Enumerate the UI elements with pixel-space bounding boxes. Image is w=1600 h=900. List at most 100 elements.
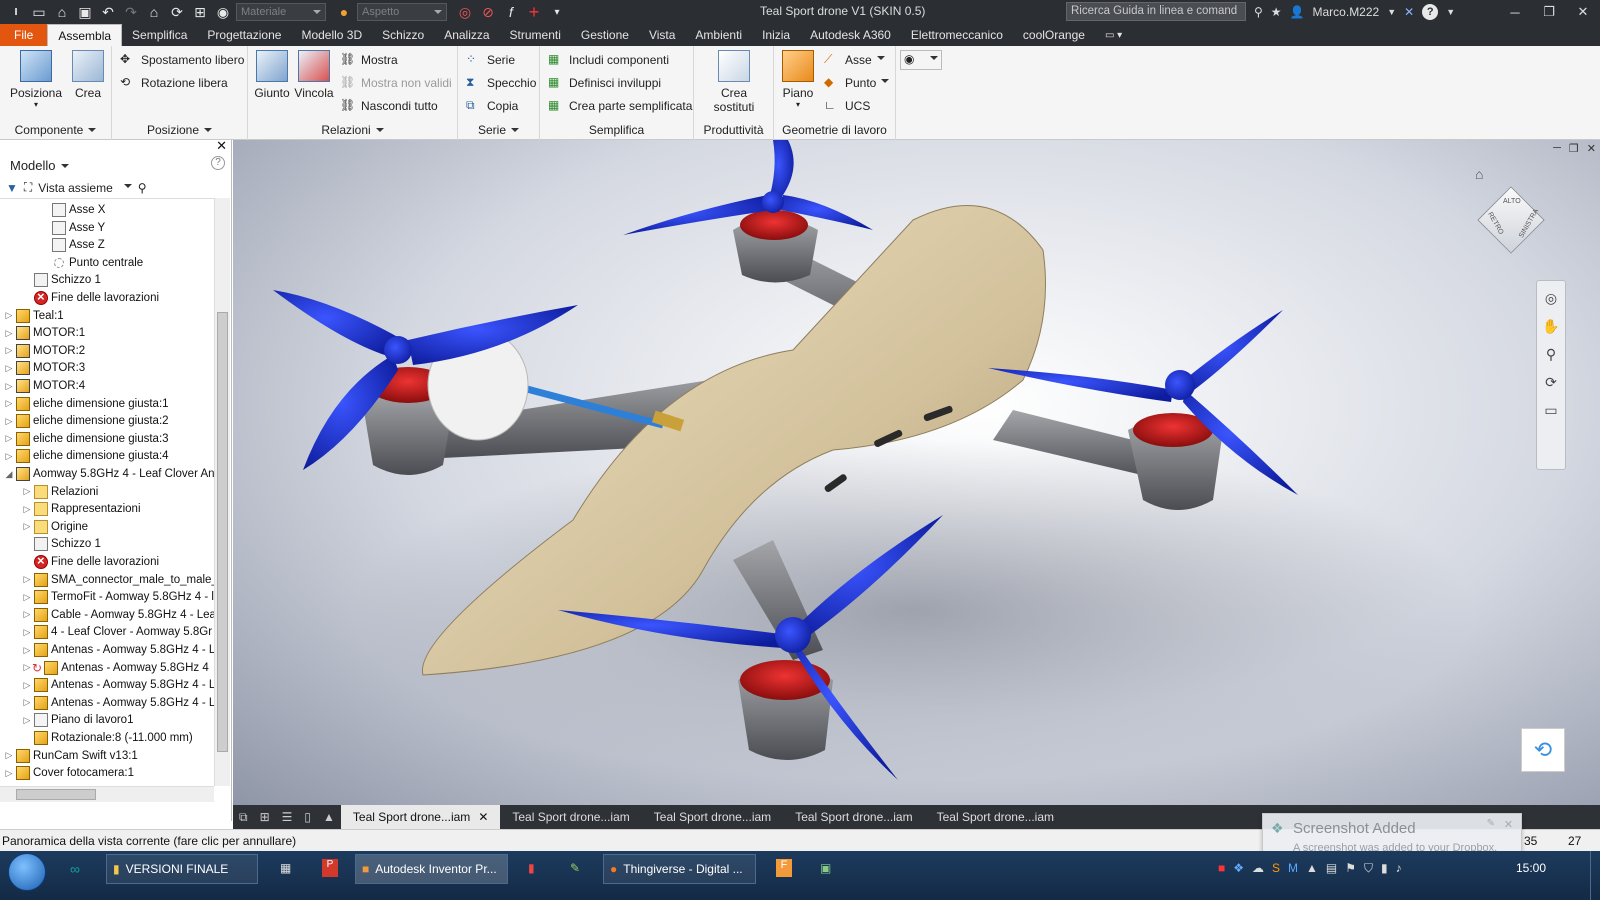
rotazione-libera-button[interactable]: ⟲ Rotazione libera <box>120 73 228 93</box>
tree-expander-icon[interactable]: ◢ <box>4 469 14 480</box>
spostamento-libero-button[interactable]: ✥ Spostamento libero <box>120 50 244 70</box>
tree-node[interactable]: ▷ eliche dimensione giusta:2 <box>4 412 169 430</box>
tab-gestione[interactable]: Gestione <box>571 24 639 46</box>
tree-node[interactable]: ▷ eliche dimensione giusta:1 <box>4 395 169 413</box>
tile-vertical-icon[interactable]: ▯ <box>298 810 317 824</box>
tray-volume-icon[interactable]: ♪ <box>1396 861 1402 876</box>
tree-node[interactable]: ▷ Antenas - Aomway 5.8GHz 4 - L <box>22 694 214 712</box>
tab-file[interactable]: File <box>0 24 48 46</box>
tree-expander-icon[interactable]: ▷ <box>22 574 32 585</box>
tree-expander-icon[interactable]: ▷ <box>4 345 14 356</box>
crea-button[interactable]: Crea <box>68 50 108 100</box>
tray-flag-icon[interactable]: ⚑ <box>1345 861 1356 876</box>
tab-autodesk-a360[interactable]: Autodesk A360 <box>800 24 901 46</box>
terminal-icon[interactable]: ▣ <box>820 861 831 875</box>
ucs-button[interactable]: ∟ UCS <box>824 96 870 116</box>
crea-parte-semplificata-button[interactable]: ▦ Crea parte semplificata <box>548 96 692 116</box>
specchio-button[interactable]: ⧗ Specchio <box>466 73 536 93</box>
tile-grid-icon[interactable]: ⊞ <box>254 810 276 824</box>
filter-icon[interactable]: ▼ <box>6 181 18 195</box>
new-file-icon[interactable]: ▭ <box>29 2 49 22</box>
posiziona-button[interactable]: Posiziona ▾ <box>10 50 62 109</box>
tree-expander-icon[interactable]: ▷ <box>4 328 14 339</box>
tree-expander-icon[interactable]: ▷ <box>4 451 14 462</box>
tree-node[interactable]: ▷ Piano di lavoro1 <box>22 711 133 729</box>
tray-s-icon[interactable]: S <box>1272 861 1280 876</box>
look-at-icon[interactable]: ▭ <box>1540 399 1562 421</box>
browser-view-dropdown[interactable]: Vista assieme <box>38 181 112 195</box>
tree-expander-icon[interactable]: ▷ <box>22 662 32 673</box>
crea-sostituti-button[interactable]: Crea sostituti <box>706 50 762 114</box>
steering-wheel-icon[interactable]: ◎ <box>1540 287 1562 309</box>
tree-expander-icon[interactable]: ▷ <box>22 521 32 532</box>
panel-label-componente[interactable]: Componente <box>0 123 111 137</box>
mostra-non-validi-button[interactable]: ⛓ Mostra non validi <box>340 73 452 93</box>
tree-node[interactable]: Schizzo 1 <box>22 271 101 289</box>
tree-node[interactable]: Fine delle lavorazioni <box>22 553 159 571</box>
tree-node[interactable]: Asse Y <box>40 219 105 237</box>
tree-node[interactable]: ▷ Cable - Aomway 5.8GHz 4 - Lea <box>22 606 214 624</box>
tree-expander-icon[interactable]: ▷ <box>22 627 32 638</box>
taskbar-explorer[interactable]: ▮ VERSIONI FINALE <box>106 854 258 884</box>
asse-button[interactable]: ⟋ Asse <box>824 50 885 70</box>
panel-label-posizione[interactable]: Posizione <box>112 123 247 137</box>
tray-signal-icon[interactable]: ▮ <box>1381 861 1388 876</box>
help-search-input[interactable]: Ricerca Guida in linea e comand <box>1066 2 1246 21</box>
drone-model[interactable] <box>233 140 1600 805</box>
tab-elettromeccanico[interactable]: Elettromeccanico <box>901 24 1013 46</box>
tab-analizza[interactable]: Analizza <box>434 24 499 46</box>
tree-node[interactable]: ▷ MOTOR:1 <box>4 324 85 342</box>
viewport-minimize-icon[interactable]: ─ <box>1553 142 1561 155</box>
view-chevron-icon[interactable] <box>123 183 132 192</box>
tile-horizontal-icon[interactable]: ☰ <box>276 810 299 824</box>
tab-schizzo[interactable]: Schizzo <box>372 24 434 46</box>
save-icon[interactable]: ▣ <box>75 2 95 22</box>
tree-node[interactable]: Schizzo 1 <box>22 535 101 553</box>
browser-horizontal-scrollbar[interactable] <box>0 786 214 802</box>
scroll-thumb-h[interactable] <box>16 789 96 800</box>
tree-expander-icon[interactable]: ▷ <box>4 381 14 392</box>
tray-red-icon[interactable]: ■ <box>1218 861 1225 876</box>
tree-node[interactable]: ▷ Relazioni <box>22 483 98 501</box>
tree-node[interactable]: Rotazionale:8 (-11.000 mm) <box>22 729 193 747</box>
tree-node[interactable]: ▷ RunCam Swift v13:1 <box>4 747 138 765</box>
browser-help-icon[interactable]: ? <box>211 156 225 170</box>
giunto-button[interactable]: Giunto <box>252 50 292 100</box>
pen-tool-icon[interactable]: ✎ <box>570 861 580 875</box>
taskbar-inventor[interactable]: ■ Autodesk Inventor Pr... <box>355 854 508 884</box>
tab-strumenti[interactable]: Strumenti <box>500 24 571 46</box>
punto-button[interactable]: ◆ Punto <box>824 73 890 93</box>
doc-tab-2[interactable]: Teal Sport drone...iam <box>500 805 641 829</box>
tree-expander-icon[interactable]: ▷ <box>4 416 14 427</box>
appearance-icon[interactable]: ● <box>334 2 354 22</box>
clear-appearance-icon[interactable]: ⊘ <box>478 2 498 22</box>
tab-ambienti[interactable]: Ambienti <box>685 24 752 46</box>
notification-settings-icon[interactable]: ✎ <box>1487 818 1495 829</box>
tree-node[interactable]: ▷ TermoFit - Aomway 5.8GHz 4 - l <box>22 588 214 606</box>
tree-expander-icon[interactable]: ▷ <box>22 680 32 691</box>
browser-close-icon[interactable]: ✕ <box>216 138 227 154</box>
appearance-dropdown[interactable]: Aspetto <box>357 3 447 21</box>
tab-assembla[interactable]: Assembla <box>47 24 123 46</box>
doc-tab-4[interactable]: Teal Sport drone...iam <box>783 805 924 829</box>
panel-label-serie[interactable]: Serie <box>458 123 539 137</box>
exchange-icon[interactable]: ✕ <box>1404 5 1414 19</box>
tree-node[interactable]: ▷ Rappresentazioni <box>22 500 141 518</box>
undo-icon[interactable]: ↶ <box>98 2 118 22</box>
graphics-viewport[interactable]: ALTO RETRO SINISTRA ⌂ ─ ❐ ✕ ⟲ <box>233 140 1600 805</box>
browser-title[interactable]: Modello <box>10 158 69 173</box>
vincola-button[interactable]: Vincola <box>292 50 336 100</box>
tile-icon[interactable]: ⧉ <box>233 810 254 825</box>
tab-coolorange[interactable]: coolOrange <box>1013 24 1095 46</box>
help-dropdown-icon[interactable]: ▼ <box>1446 7 1455 17</box>
tree-node[interactable]: ▷ Origine <box>22 518 88 536</box>
tree-expander-icon[interactable]: ▷ <box>22 609 32 620</box>
tree-expander-icon[interactable]: ▷ <box>22 645 32 656</box>
tree-node[interactable]: ▷ SMA_connector_male_to_male_ <box>22 571 214 589</box>
tree-node[interactable]: ▷ MOTOR:2 <box>4 342 85 360</box>
minimize-icon[interactable]: ─ <box>1498 0 1532 24</box>
tree-expander-icon[interactable]: ▷ <box>22 504 32 515</box>
tree-node[interactable]: ▷ eliche dimensione giusta:4 <box>4 447 169 465</box>
viewcube[interactable]: ALTO RETRO SINISTRA <box>1477 186 1545 254</box>
panel-label-relazioni[interactable]: Relazioni <box>248 123 457 137</box>
